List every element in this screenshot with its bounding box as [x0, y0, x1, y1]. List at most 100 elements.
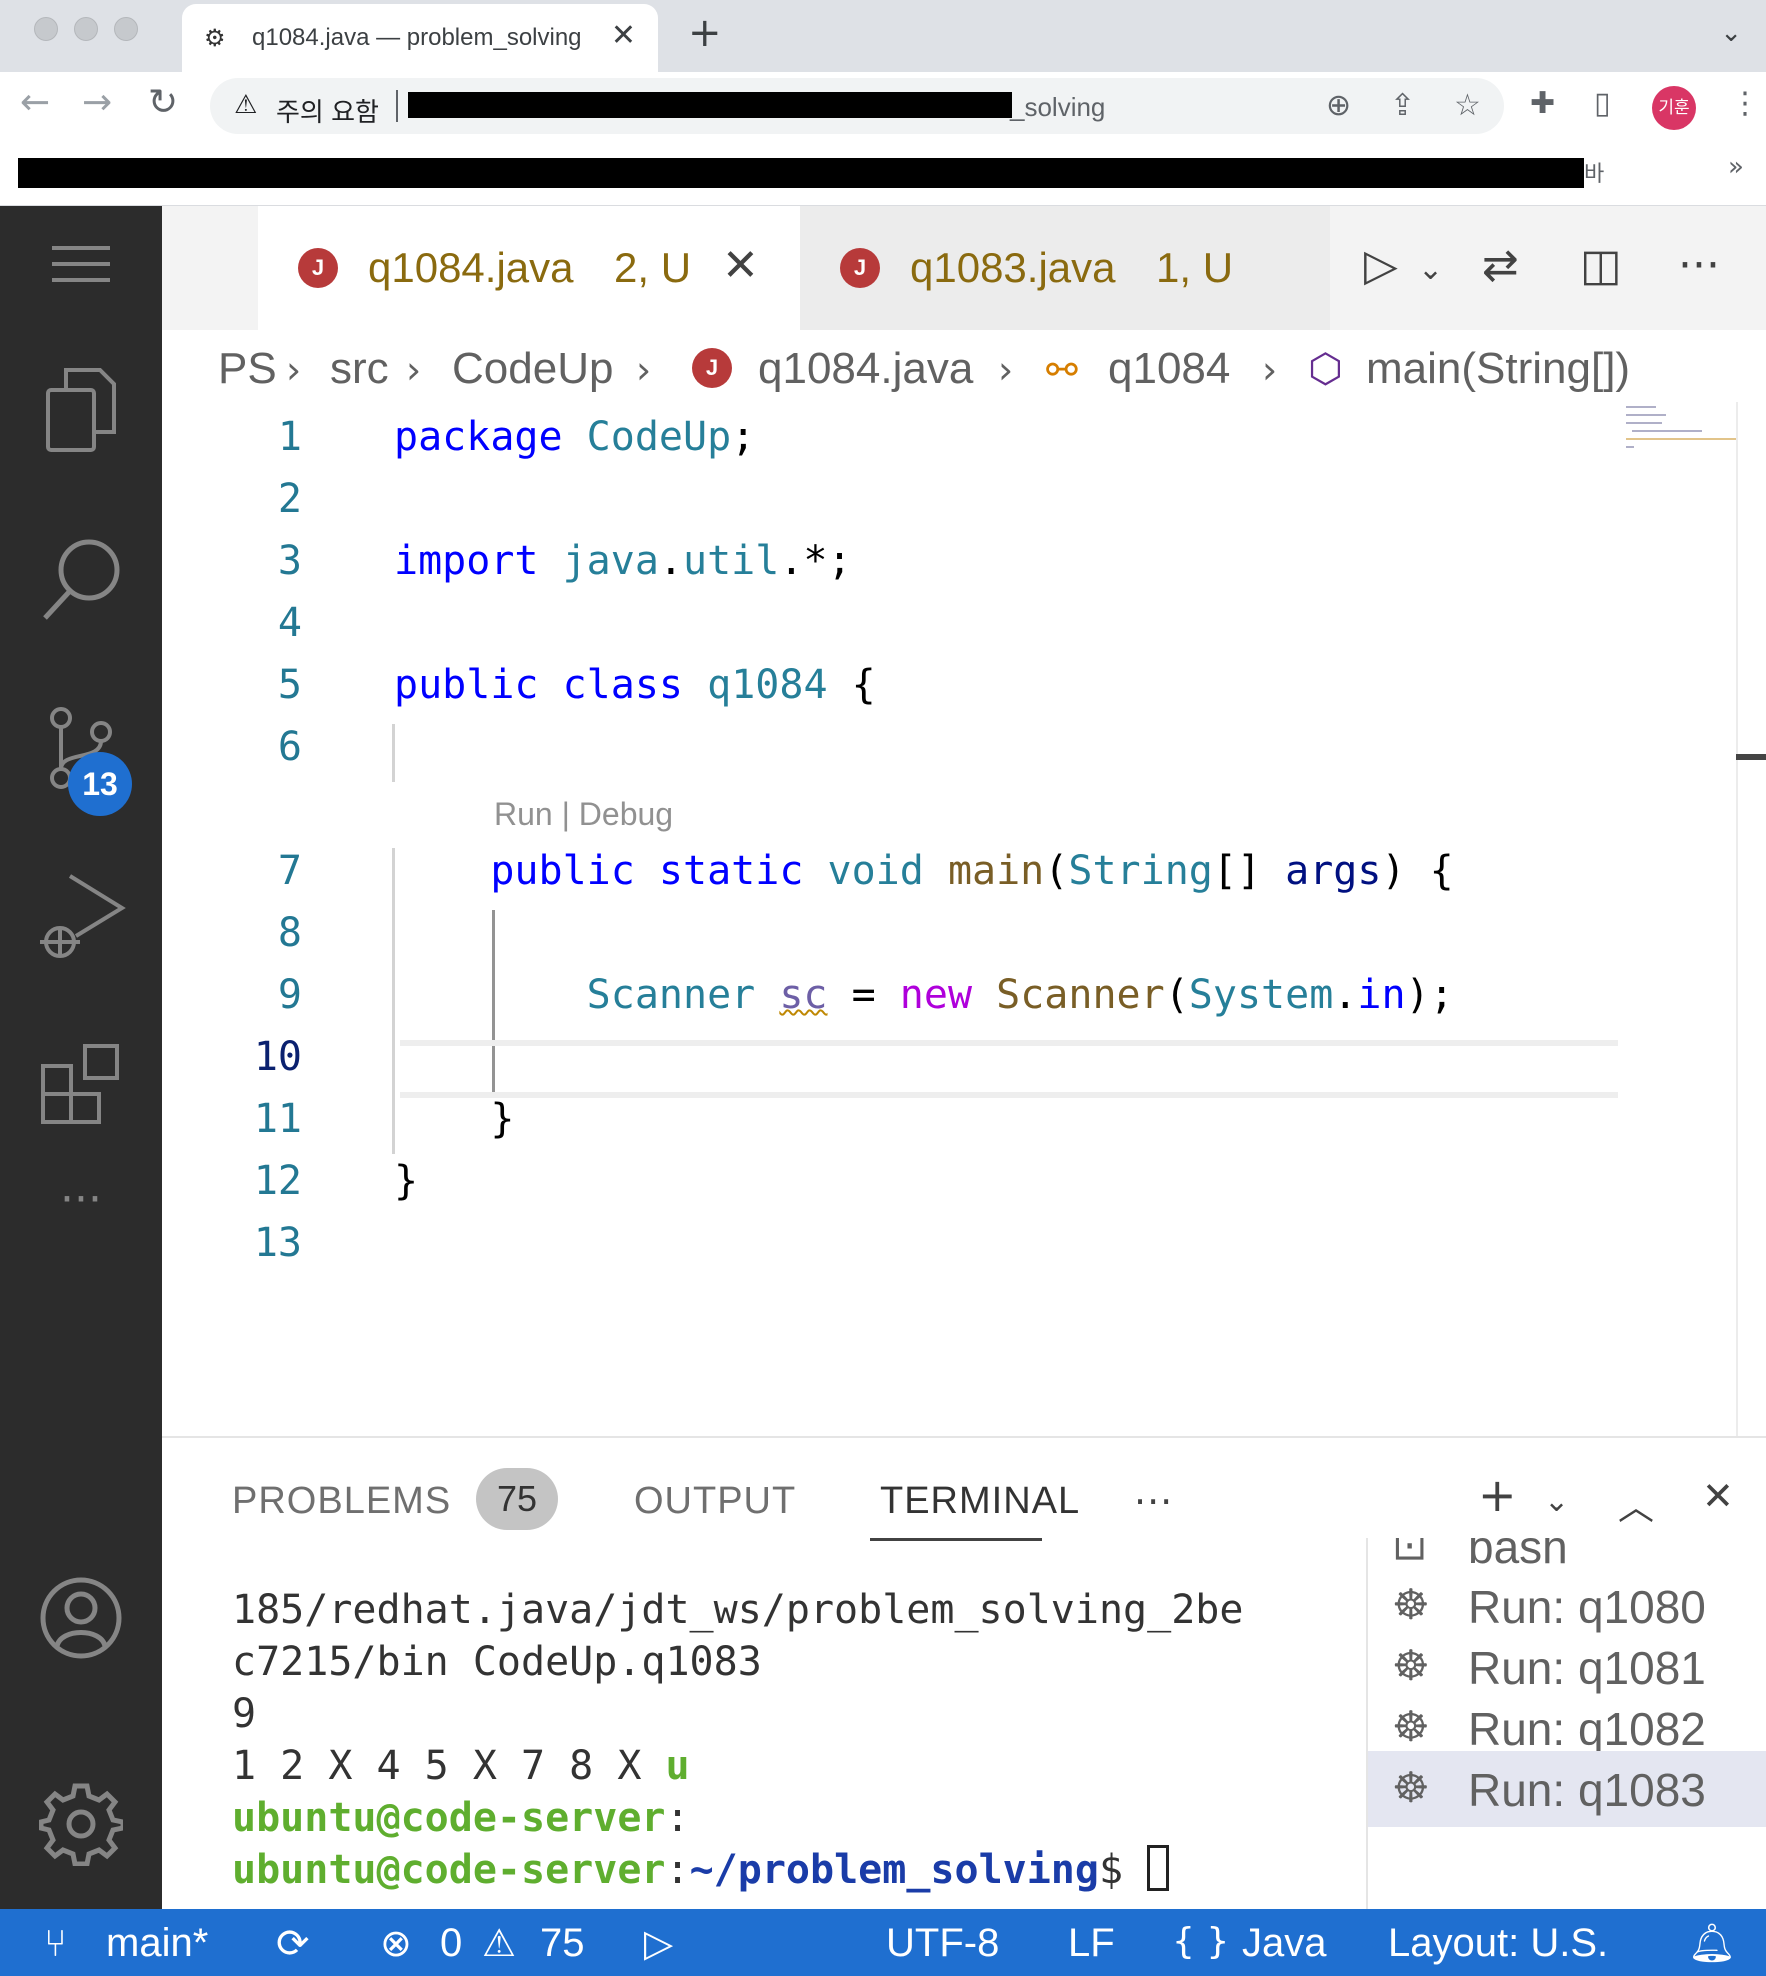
address-url-text[interactable]: _solving: [1010, 92, 1105, 123]
tab-filename: q1083.java: [910, 244, 1116, 291]
terminal-output[interactable]: 185/redhat.java/jdt_ws/problem_solving_2…: [232, 1584, 1243, 1896]
line-number: 5: [277, 662, 302, 708]
explorer-files-icon[interactable]: [0, 366, 162, 459]
breadcrumb-item[interactable]: CodeUp: [452, 344, 613, 394]
git-branch-label[interactable]: main*: [106, 1921, 208, 1966]
panel-more-icon[interactable]: ···: [1134, 1480, 1173, 1524]
keyboard-layout-label[interactable]: Layout: U.S.: [1388, 1921, 1608, 1966]
tab-terminal[interactable]: TERMINAL: [880, 1480, 1080, 1523]
chevron-right-icon: ›: [636, 348, 652, 392]
encoding-label[interactable]: UTF-8: [886, 1921, 999, 1966]
error-circle-icon[interactable]: ⊗: [380, 1921, 412, 1965]
keyword: package: [394, 414, 563, 460]
language-mode-label[interactable]: Java: [1242, 1921, 1327, 1966]
warning-triangle-icon[interactable]: ⚠: [482, 1921, 516, 1965]
extensions-icon[interactable]: [0, 1042, 162, 1131]
window-minimize-button[interactable]: [74, 17, 98, 41]
warning-triangle-icon[interactable]: ⚠: [234, 90, 257, 120]
eol-label[interactable]: LF: [1068, 1921, 1115, 1966]
search-icon[interactable]: [0, 536, 162, 627]
git-branch-icon[interactable]: ⑂: [44, 1921, 67, 1965]
punctuation: );: [1405, 972, 1454, 1018]
browser-toolbar: ← → ↻ ⚠ 주의 요함 _solving ⊕ ⇪ ☆ ✚ ▯ 기훈 ⋮: [0, 72, 1766, 140]
profile-avatar[interactable]: 기훈: [1652, 86, 1696, 130]
notifications-bell-icon[interactable]: 🔔︎: [1688, 1921, 1736, 1966]
editor-tab-q1083[interactable]: J q1083.java 1, U: [800, 206, 1330, 330]
tab-close-icon[interactable]: ✕: [722, 240, 759, 291]
code-editor[interactable]: 1 2 3 4 5 6 7 8 9 10 11 12 13 package Co…: [162, 402, 1766, 1436]
window-close-button[interactable]: [34, 17, 58, 41]
prompt-user-host: ubuntu@code-server: [232, 1847, 666, 1893]
variable-warning[interactable]: sc: [779, 972, 827, 1018]
breadcrumb-item[interactable]: main(String[]): [1366, 344, 1630, 394]
bookmarks-overflow-button[interactable]: »: [1728, 152, 1744, 182]
editor-more-actions-icon[interactable]: ···: [1678, 240, 1720, 291]
compare-changes-icon[interactable]: ⇄: [1482, 240, 1519, 291]
bookmark-item-tail[interactable]: 바: [1584, 156, 1604, 188]
more-views-icon[interactable]: ···: [0, 1174, 162, 1225]
breadcrumb-item[interactable]: q1084: [1108, 344, 1230, 394]
sync-icon[interactable]: ⟳: [276, 1921, 310, 1967]
accounts-icon[interactable]: [0, 1576, 162, 1665]
new-terminal-plus-icon[interactable]: +: [1478, 1468, 1517, 1522]
prompt-symbol: $: [1098, 1847, 1148, 1893]
zoom-icon[interactable]: ⊕: [1326, 88, 1351, 123]
breadcrumb-item[interactable]: PS: [218, 344, 277, 394]
extensions-puzzle-icon[interactable]: ✚: [1530, 86, 1555, 121]
constructor-name: Scanner: [996, 972, 1165, 1018]
run-chevron-down-icon[interactable]: ⌄: [1418, 252, 1443, 287]
terminal-text: :: [665, 1847, 690, 1893]
address-bar[interactable]: ⚠ 주의 요함 _solving ⊕ ⇪ ☆: [210, 78, 1504, 134]
menu-hamburger-icon[interactable]: [0, 244, 162, 289]
maximize-panel-chevron-icon[interactable]: ︿: [1618, 1478, 1654, 1530]
braces-icon[interactable]: { }: [1172, 1921, 1229, 1962]
bottom-panel: PROBLEMS 75 OUTPUT TERMINAL ··· + ⌄ ︿ ✕ …: [162, 1436, 1766, 1911]
editor-tab-q1084[interactable]: J q1084.java 2, U ✕: [258, 206, 800, 330]
tab-close-icon[interactable]: ✕: [611, 18, 636, 53]
browser-tab[interactable]: ⚙ q1084.java — problem_solving ✕: [182, 4, 658, 72]
settings-gear-icon[interactable]: [0, 1782, 162, 1871]
warning-count[interactable]: 75: [540, 1921, 585, 1966]
run-debug-icon[interactable]: [0, 870, 162, 967]
debug-run-icon[interactable]: ▷: [644, 1921, 673, 1965]
terminal-line: 1 2 X 4 5 X 7 8 X u: [232, 1740, 1242, 1792]
share-icon[interactable]: ⇪: [1390, 88, 1415, 123]
tab-output[interactable]: OUTPUT: [634, 1480, 796, 1523]
close-panel-icon[interactable]: ✕: [1702, 1474, 1734, 1518]
keyword: static: [658, 848, 804, 894]
browser-menu-icon[interactable]: ⋮: [1730, 86, 1760, 121]
tab-problems[interactable]: PROBLEMS: [232, 1480, 451, 1523]
tab-search-chevron-icon[interactable]: ⌄: [1720, 18, 1742, 48]
line-number: 9: [277, 972, 302, 1018]
method-cube-icon: ⬡: [1308, 346, 1343, 392]
terminal-chevron-down-icon[interactable]: ⌄: [1544, 1484, 1569, 1519]
new-tab-button[interactable]: +: [688, 10, 722, 56]
terminal-text: :: [665, 1795, 690, 1841]
error-count[interactable]: 0: [440, 1921, 462, 1966]
side-panel-icon[interactable]: ▯: [1594, 86, 1611, 121]
security-warning-label[interactable]: 주의 요함: [276, 92, 379, 129]
punctuation: ): [1381, 848, 1406, 894]
line-number: 12: [253, 1158, 302, 1204]
split-editor-icon[interactable]: ◫: [1580, 240, 1622, 291]
reload-icon[interactable]: ↻: [148, 82, 178, 123]
codelens-run-debug[interactable]: Run | Debug: [494, 796, 673, 833]
bookmark-star-icon[interactable]: ☆: [1454, 88, 1481, 123]
breadcrumb-item[interactable]: q1084.java: [758, 344, 973, 394]
tab-filename: q1084.java: [368, 244, 574, 291]
browser-tab-title: q1084.java — problem_solving: [252, 24, 582, 51]
run-play-icon[interactable]: ▷: [1364, 240, 1398, 291]
forward-arrow-icon[interactable]: →: [82, 82, 112, 123]
minimap[interactable]: [1618, 402, 1748, 462]
keyword: new: [899, 972, 973, 1018]
back-arrow-icon[interactable]: ←: [20, 82, 50, 123]
editor-scrollbar-track[interactable]: [1736, 402, 1738, 1436]
class-name: q1084: [707, 662, 828, 708]
terminal-instance-label: Run: q1082: [1468, 1703, 1706, 1755]
debug-bug-icon: ☸: [1392, 1763, 1430, 1812]
window-zoom-button[interactable]: [114, 17, 138, 41]
terminal-instance-run-q1083[interactable]: ☸ Run: q1083: [1368, 1751, 1766, 1827]
punctuation: ;: [731, 414, 756, 460]
active-tab-underline: [870, 1538, 1042, 1541]
breadcrumb-item[interactable]: src: [330, 344, 389, 394]
